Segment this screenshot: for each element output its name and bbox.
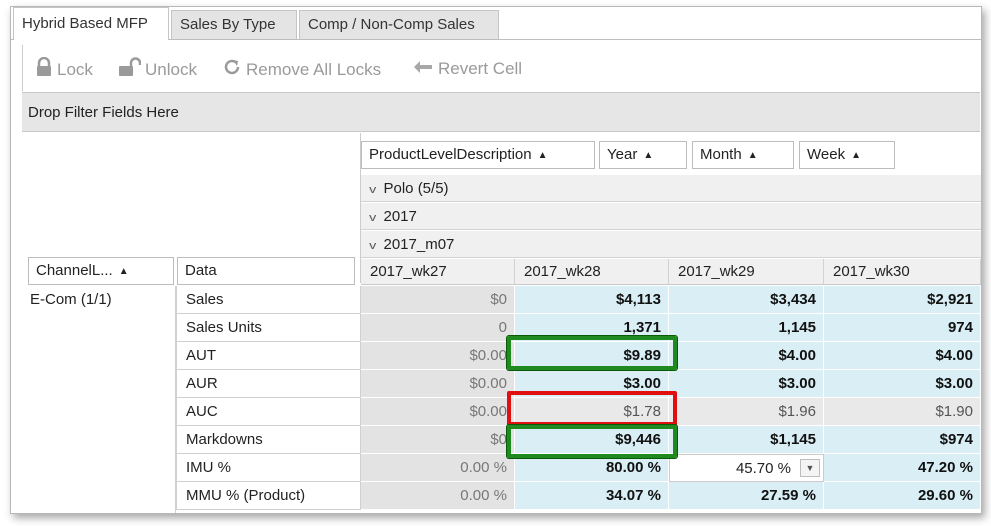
expander-polo[interactable]: v Polo (5/5): [361, 175, 981, 202]
data-cell[interactable]: 80.00 %: [515, 454, 669, 482]
data-cell[interactable]: 0.00 %: [361, 482, 515, 510]
row-label-mmu-product: MMU % (Product): [176, 482, 361, 510]
data-cell[interactable]: 1,145: [669, 314, 824, 342]
field-channel-level[interactable]: ChannelL... ▲: [28, 257, 174, 285]
tab-hybrid-based-mfp[interactable]: Hybrid Based MFP: [13, 7, 169, 40]
lock-button[interactable]: Lock: [35, 56, 93, 84]
chevron-down-icon: v: [369, 240, 377, 252]
column-header-wk29[interactable]: 2017_wk29: [669, 259, 824, 285]
field-month[interactable]: Month ▲: [692, 141, 794, 169]
chevron-down-icon: v: [369, 212, 377, 224]
row-label-auc: AUC: [176, 398, 361, 426]
data-cell[interactable]: $1.96: [669, 398, 824, 426]
field-channel-level-label: ChannelL...: [36, 262, 113, 279]
row-label-imu: IMU %: [176, 454, 361, 482]
filter-drop-area[interactable]: Drop Filter Fields Here: [22, 92, 980, 132]
revert-cell-label: Revert Cell: [438, 59, 523, 78]
dropdown-arrow-icon[interactable]: ▼: [800, 459, 820, 477]
sort-up-icon: ▲: [643, 150, 654, 161]
lock-label: Lock: [57, 59, 93, 79]
data-cell[interactable]: $0: [361, 286, 515, 314]
remove-all-locks-button[interactable]: Remove All Locks: [222, 57, 381, 81]
data-cell[interactable]: $0: [361, 426, 515, 454]
row-label-aut: AUT: [176, 342, 361, 370]
revert-cell-button[interactable]: Revert Cell: [412, 57, 522, 81]
row-label-sales-units: Sales Units: [176, 314, 361, 342]
field-year-label: Year: [607, 146, 638, 163]
field-product-level-description-label: ProductLevelDescription: [369, 146, 532, 163]
data-cell[interactable]: $3.00: [669, 370, 824, 398]
column-header-wk27[interactable]: 2017_wk27: [361, 259, 515, 285]
field-data-label: Data: [185, 262, 217, 279]
lock-icon: [35, 56, 53, 84]
data-cell[interactable]: $3.00: [824, 370, 981, 398]
data-cell[interactable]: 34.07 %: [515, 482, 669, 510]
sort-up-icon: ▲: [537, 150, 548, 161]
editable-cell[interactable]: 45.70 % ▼: [669, 454, 824, 482]
field-week-label: Week: [807, 146, 846, 163]
field-month-label: Month: [700, 146, 742, 163]
unlock-button[interactable]: Unlock: [117, 57, 197, 81]
unlock-label: Unlock: [145, 59, 197, 79]
column-header-wk28[interactable]: 2017_wk28: [515, 259, 669, 285]
data-cell[interactable]: 0: [361, 314, 515, 342]
row-label-markdowns: Markdowns: [176, 426, 361, 454]
field-year[interactable]: Year ▲: [599, 141, 687, 169]
data-cell[interactable]: $1.78: [515, 398, 669, 426]
filter-drop-text: Drop Filter Fields Here: [28, 104, 179, 121]
sort-up-icon: ▲: [851, 150, 861, 161]
row-header-channel[interactable]: E-Com (1/1): [22, 286, 176, 513]
data-cell[interactable]: 1,371: [515, 314, 669, 342]
expander-month-label: 2017_m07: [383, 236, 455, 253]
sort-up-icon: ▲: [747, 150, 758, 161]
expander-polo-label: Polo (5/5): [383, 180, 449, 197]
tab-bar: Hybrid Based MFP Sales By Type Comp / No…: [11, 7, 981, 40]
data-cell[interactable]: $9.89: [515, 342, 669, 370]
data-cell[interactable]: 27.59 %: [669, 482, 824, 510]
chevron-down-icon: v: [369, 184, 377, 196]
unlock-icon: [117, 57, 142, 84]
field-week[interactable]: Week ▲: [799, 141, 895, 169]
editable-cell-value: 45.70 %: [735, 460, 791, 477]
data-cell[interactable]: $1.90: [824, 398, 981, 426]
data-cell[interactable]: $4,113: [515, 286, 669, 314]
remove-all-locks-label: Remove All Locks: [246, 59, 382, 79]
expander-month-2017-m07[interactable]: v 2017_m07: [361, 231, 981, 258]
data-cell[interactable]: $2,921: [824, 286, 981, 314]
data-cell[interactable]: $0.00: [361, 398, 515, 426]
column-header-wk30[interactable]: 2017_wk30: [824, 259, 981, 285]
data-cell[interactable]: $0.00: [361, 370, 515, 398]
toolbar: Lock Unlock Remove All Locks Revert Cell: [22, 45, 981, 91]
data-cell[interactable]: 29.60 %: [824, 482, 981, 510]
data-cell[interactable]: $4.00: [824, 342, 981, 370]
data-cell[interactable]: $3.00: [515, 370, 669, 398]
tab-comp-non-comp-sales[interactable]: Comp / Non-Comp Sales: [299, 10, 499, 39]
data-cell[interactable]: $3,434: [669, 286, 824, 314]
row-label-sales: Sales: [176, 286, 361, 314]
expander-year-label: 2017: [383, 208, 417, 225]
data-cell[interactable]: $4.00: [669, 342, 824, 370]
back-arrow-icon: [412, 58, 434, 82]
data-cell[interactable]: 0.00 %: [361, 454, 515, 482]
data-cell[interactable]: $1,145: [669, 426, 824, 454]
data-cell[interactable]: $974: [824, 426, 981, 454]
sort-up-icon: ▲: [118, 266, 129, 277]
tab-sales-by-type[interactable]: Sales By Type: [171, 10, 297, 39]
field-data[interactable]: Data: [177, 257, 355, 285]
data-cell[interactable]: 974: [824, 314, 981, 342]
row-label-aur: AUR: [176, 370, 361, 398]
data-cell[interactable]: $9,446: [515, 426, 669, 454]
field-product-level-description[interactable]: ProductLevelDescription ▲: [361, 141, 595, 169]
expander-year-2017[interactable]: v 2017: [361, 203, 981, 230]
pivot-window: Hybrid Based MFP Sales By Type Comp / No…: [10, 6, 982, 514]
data-cell[interactable]: 47.20 %: [824, 454, 981, 482]
channel-label: E-Com (1/1): [30, 291, 112, 308]
refresh-icon: [222, 57, 242, 84]
data-cell[interactable]: $0.00: [361, 342, 515, 370]
